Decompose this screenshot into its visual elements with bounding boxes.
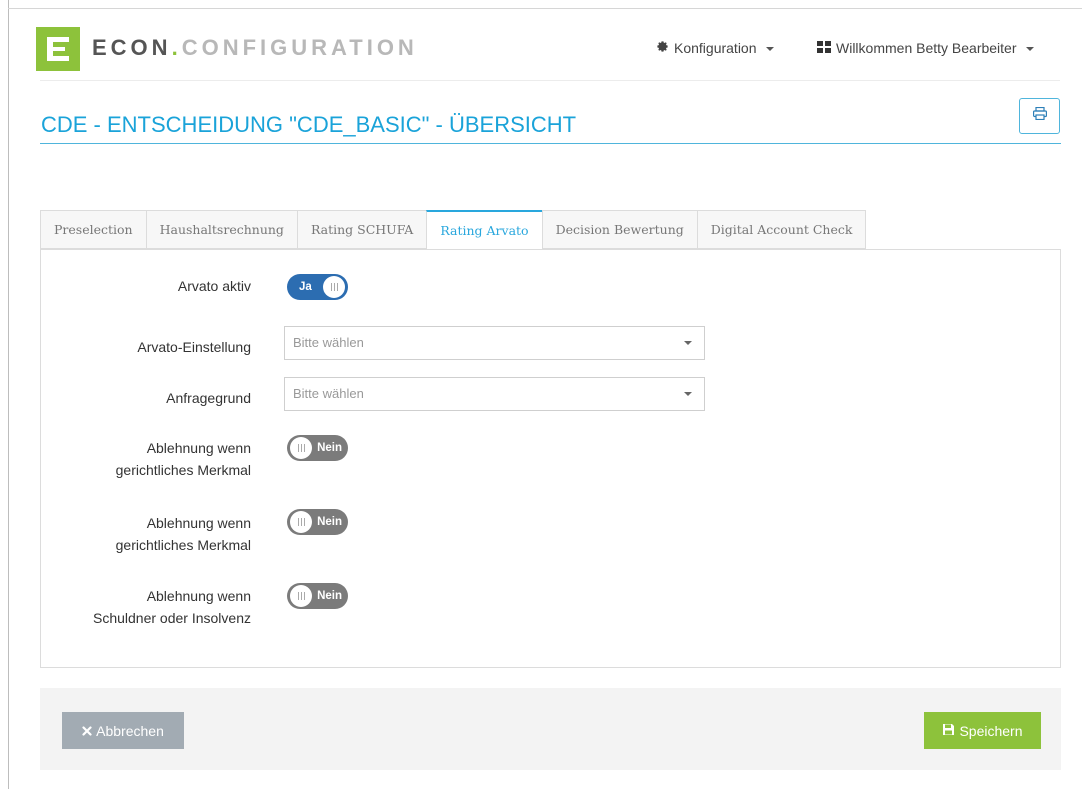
select-value: Bitte wählen [293,386,364,401]
brand-name: ECON.CONFIGURATION [92,35,418,60]
save-button-label: Speichern [959,722,1023,739]
toggle-knob [290,437,312,459]
window-border-left [8,0,9,789]
nav-user-menu[interactable]: Willkommen Betty Bearbeiter [817,40,1034,56]
ablehnung-gerichtlich-2-label: Ablehnung wenn gerichtliches Merkmal [115,515,251,553]
ablehnung-insolvenz-toggle[interactable]: Nein [287,583,348,609]
print-icon [1032,106,1047,125]
close-icon [82,723,92,739]
save-button[interactable]: Speichern [924,712,1041,749]
print-button[interactable] [1019,98,1060,134]
tab-rating-schufa[interactable]: Rating SCHUFA [296,210,427,249]
title-underline [40,143,1061,144]
save-icon [942,723,955,739]
ablehnung-gerichtlich-1-label: Ablehnung wenn gerichtliches Merkmal [115,440,251,478]
ablehnung-gerichtlich-1-toggle[interactable]: Nein [287,435,348,461]
form-footer [40,688,1061,770]
tab-bar: Preselection Haushaltsrechnung Rating SC… [40,210,867,250]
ablehnung-insolvenz-label: Ablehnung wenn Schuldner oder Insolvenz [93,588,251,626]
caret-down-icon [1025,47,1034,51]
toggle-state-label: Nein [317,516,342,528]
nav-configuration-label: Konfiguration [674,40,757,56]
tab-decision-bewertung[interactable]: Decision Bewertung [541,210,697,249]
arvato-einstellung-label: Arvato-Einstellung [137,339,251,355]
logo-icon [36,27,80,71]
tab-digital-account-check[interactable]: Digital Account Check [696,210,867,249]
page-title: CDE - ENTSCHEIDUNG "CDE_BASIC" - ÜBERSIC… [41,112,577,137]
toggle-state-label: Nein [317,442,342,454]
gear-icon [656,40,669,56]
tab-rating-arvato[interactable]: Rating Arvato [426,210,542,250]
arvato-einstellung-select[interactable]: Bitte wählen [284,326,705,360]
header-divider [40,80,1060,81]
tab-haushaltsrechnung[interactable]: Haushaltsrechnung [145,210,297,249]
toggle-knob [290,511,312,533]
cancel-button[interactable]: Abbrechen [62,712,184,749]
toggle-knob [323,276,345,298]
tab-preselection[interactable]: Preselection [40,210,146,249]
ablehnung-gerichtlich-2-toggle[interactable]: Nein [287,509,348,535]
cancel-button-label: Abbrechen [96,722,164,739]
arvato-aktiv-label: Arvato aktiv [177,278,251,294]
anfragegrund-label: Anfragegrund [166,390,251,406]
nav-configuration-menu[interactable]: Konfiguration [656,40,774,56]
nav-user-label: Willkommen Betty Bearbeiter [836,40,1017,56]
toggle-state-label: Nein [317,590,342,602]
caret-down-icon [765,47,774,51]
chevron-down-icon [684,341,692,345]
window-border-top [8,8,1082,9]
toggle-state-label: Ja [299,281,312,293]
anfragegrund-select[interactable]: Bitte wählen [284,377,705,411]
grid-icon [817,40,831,56]
toggle-knob [290,585,312,607]
select-value: Bitte wählen [293,335,364,350]
arvato-aktiv-toggle[interactable]: Ja [287,274,348,300]
chevron-down-icon [684,392,692,396]
